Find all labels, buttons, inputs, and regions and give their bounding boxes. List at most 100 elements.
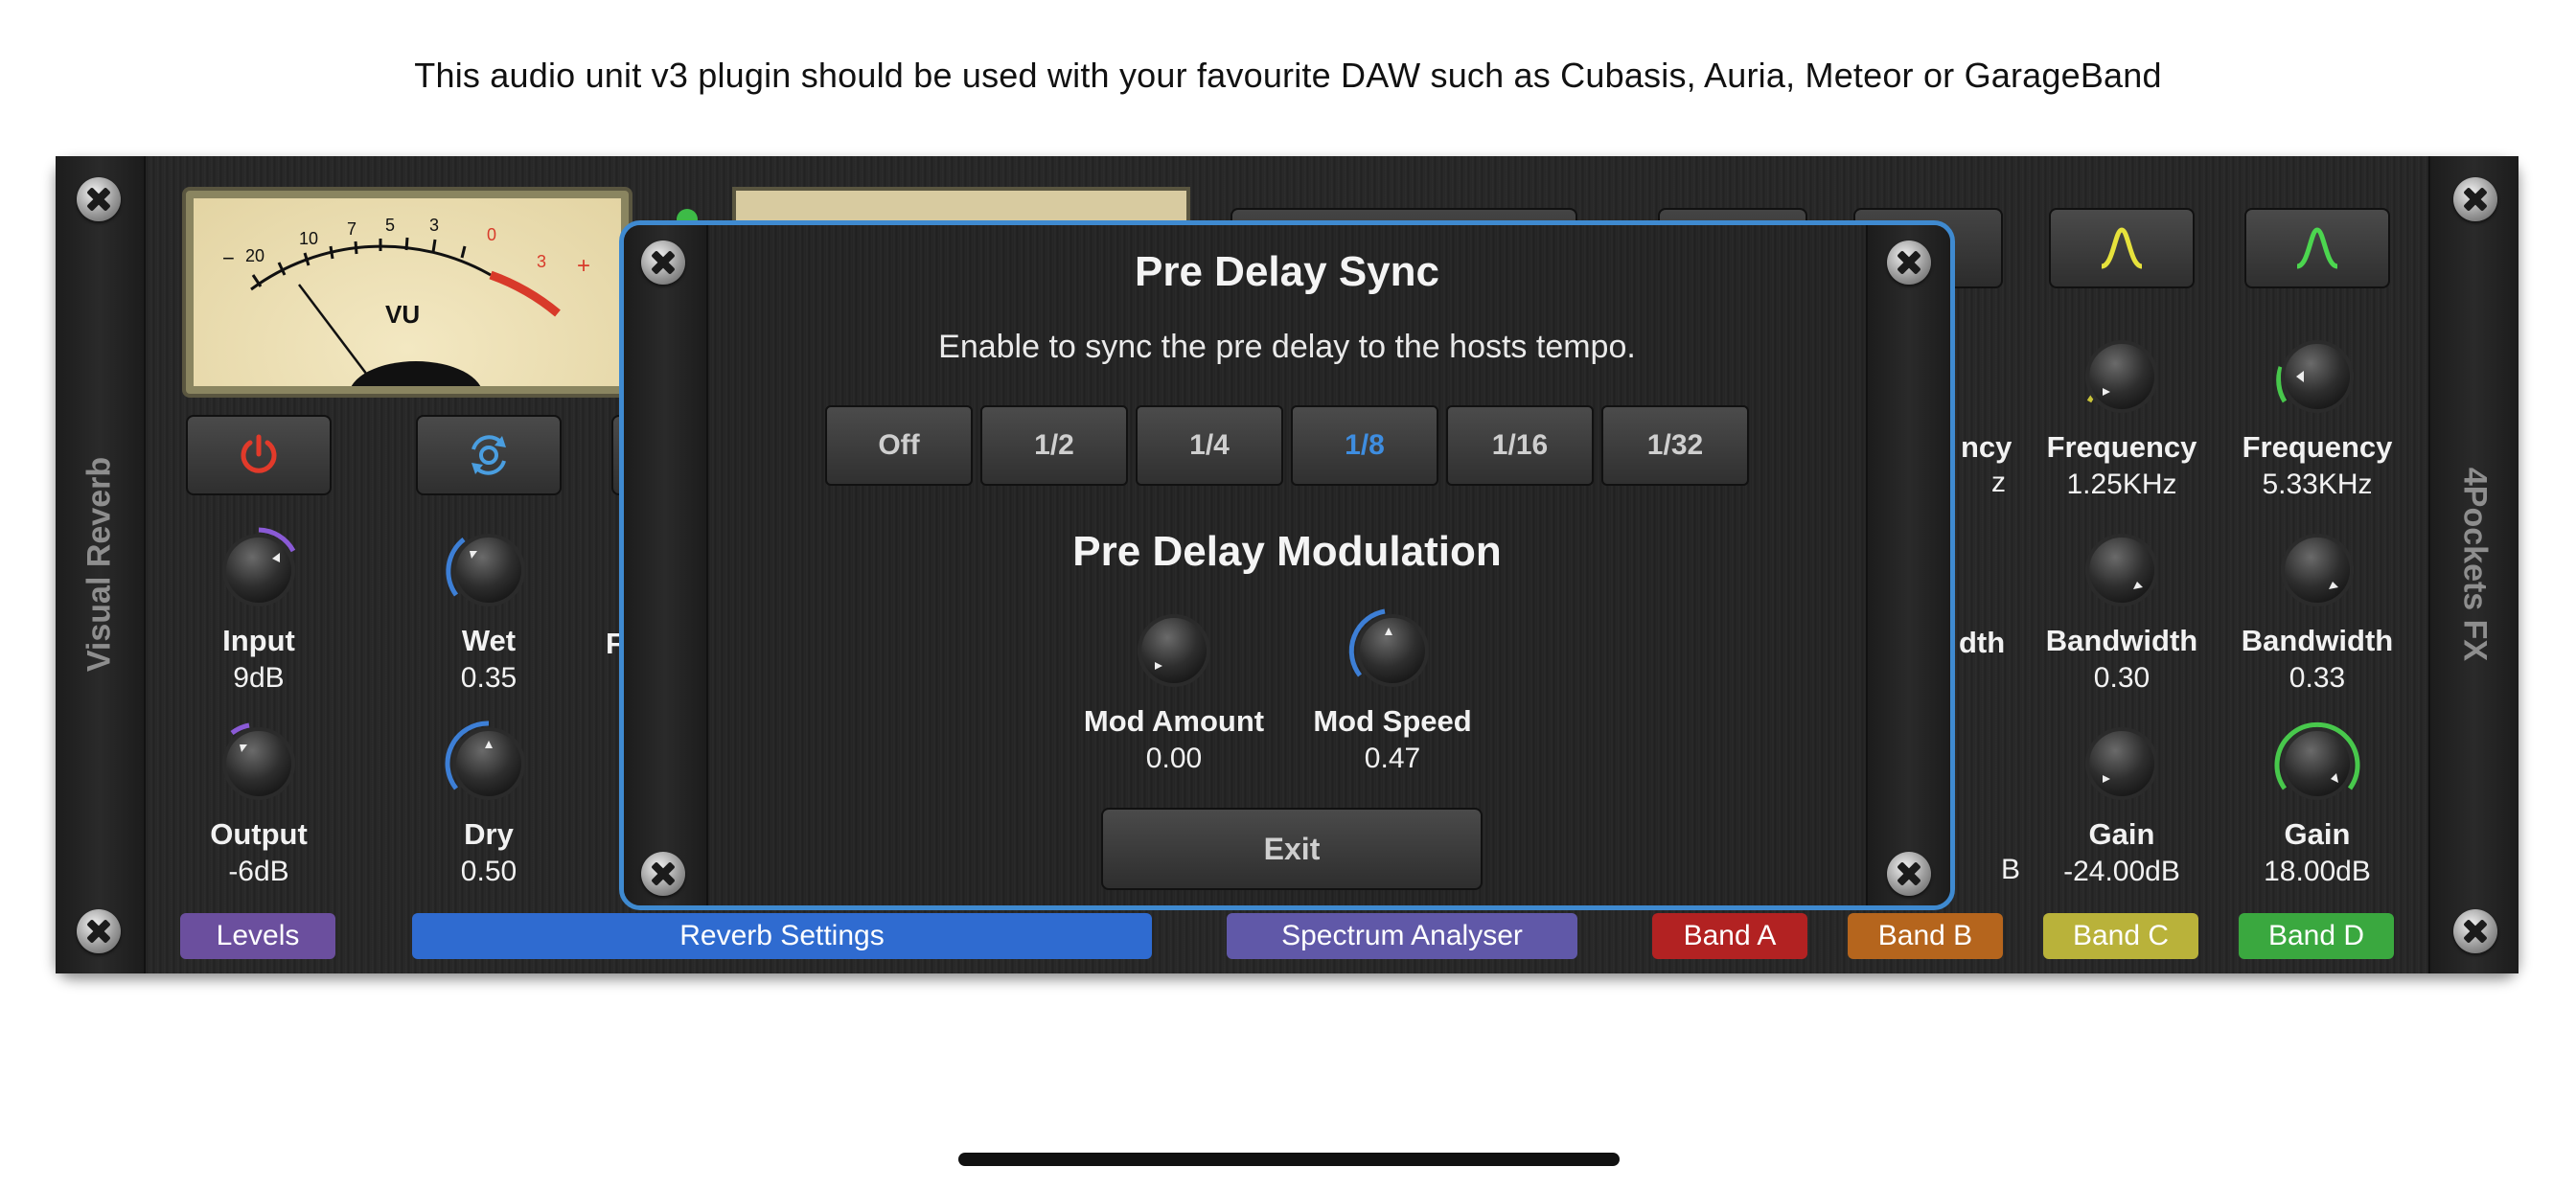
sync-option-1-16[interactable]: 1/16 [1446,405,1594,486]
mod-speed-group: Mod Speed 0.47 [1287,603,1498,775]
modulation-title: Pre Delay Modulation [1072,528,1502,575]
mod-amount-value: 0.00 [1145,743,1203,774]
plugin-name-label: Visual Reverb [80,456,118,673]
sync-option-1-8[interactable]: 1/8 [1291,405,1438,486]
wet-knob[interactable] [441,522,537,618]
sync-icon [472,435,506,475]
vu-meter: 20 10 7 5 3 0 3 − + VU [182,187,632,398]
band-c-gain-knob[interactable] [2074,716,2170,812]
spectrum-analyser-tab[interactable]: Spectrum Analyser [1227,913,1577,959]
vu-tick-5: 5 [385,216,395,235]
mod-speed-label: Mod Speed [1313,704,1472,738]
band-d-gain-group: Gain 18.00dB [2221,716,2413,888]
band-c-filter-button[interactable] [2049,208,2195,288]
power-button[interactable] [186,415,332,495]
sync-description: Enable to sync the pre delay to the host… [938,329,1636,365]
mod-amount-label: Mod Amount [1083,704,1265,738]
band-d-tab[interactable]: Band D [2239,913,2394,959]
sync-option-1-32[interactable]: 1/32 [1601,405,1749,486]
band-d-gain-knob[interactable] [2269,716,2365,812]
mod-amount-knob[interactable] [1126,603,1222,698]
mod-speed-knob[interactable] [1345,603,1440,698]
screw-icon [2453,177,2497,221]
vu-tick-plus3: 3 [537,252,546,271]
band-a-tab[interactable]: Band A [1652,913,1807,959]
power-icon [241,434,277,473]
wet-label: Wet [461,624,517,657]
mod-amount-group: Mod Amount 0.00 [1069,603,1279,775]
band-d-bw-label: Bandwidth [2241,624,2394,657]
sync-title: Pre Delay Sync [1135,248,1439,295]
band-d-freq-group: Frequency 5.33KHz [2221,329,2413,501]
input-knob[interactable] [211,522,307,618]
band-c-gain-group: Gain -24.00dB [2026,716,2218,888]
output-knob[interactable] [211,716,307,812]
band-c-freq-value: 1.25KHz [2066,469,2177,500]
screw-icon [77,177,121,221]
screw-icon [2453,909,2497,953]
input-knob-group: Input 9dB [163,522,355,695]
vu-plus-mark: + [577,253,590,279]
info-banner: This audio unit v3 plugin should be used… [414,56,2162,95]
screw-icon [641,852,685,896]
dry-knob[interactable] [441,716,537,812]
vu-tick-10: 10 [299,229,318,248]
vu-tick-20: 20 [245,246,264,265]
band-c-bw-label: Bandwidth [2045,624,2198,657]
dry-label: Dry [464,817,514,851]
sync-option-off[interactable]: Off [825,405,973,486]
band-c-freq-knob[interactable] [2074,329,2170,424]
band-d-freq-knob[interactable] [2269,329,2365,424]
sync-option-1-2[interactable]: 1/2 [980,405,1128,486]
band-b-bw-label: dth [1959,626,2006,659]
output-knob-group: Output -6dB [163,716,355,888]
vu-scale: 20 10 7 5 3 0 3 − + VU [222,216,590,386]
vu-label: VU [385,300,420,329]
band-b-gain-value: B [2001,854,2021,885]
bell-filter-icon [2101,227,2143,269]
band-b-tab[interactable]: Band B [1848,913,2003,959]
input-label: Input [222,624,295,657]
wet-knob-group: Wet 0.35 [393,522,585,695]
screw-icon [77,909,121,953]
band-c-freq-label: Frequency [2046,430,2197,464]
reverb-settings-tab[interactable]: Reverb Settings [412,913,1152,959]
band-c-bw-knob[interactable] [2074,522,2170,618]
band-c-bw-value: 0.30 [2093,662,2150,694]
vu-tick-7: 7 [347,219,356,239]
band-c-gain-label: Gain [2088,817,2155,851]
band-c-tab[interactable]: Band C [2043,913,2198,959]
wet-value: 0.35 [460,662,518,694]
band-d-bw-knob[interactable] [2269,522,2365,618]
home-indicator[interactable] [958,1153,1620,1166]
bell-filter-icon [2296,227,2338,269]
sync-option-1-4[interactable]: 1/4 [1136,405,1283,486]
band-d-filter-button[interactable] [2244,208,2390,288]
band-c-gain-value: -24.00dB [2063,856,2180,887]
levels-tab[interactable]: Levels [180,913,335,959]
band-b-freq-label: ncy [1961,430,2012,464]
band-d-bw-value: 0.33 [2288,662,2346,694]
dry-value: 0.50 [460,856,518,887]
band-d-freq-label: Frequency [2242,430,2393,464]
band-d-gain-value: 18.00dB [2264,856,2371,887]
vu-minus-mark: − [222,246,235,270]
band-d-gain-label: Gain [2284,817,2351,851]
band-c-freq-group: Frequency 1.25KHz [2026,329,2218,501]
sync-button[interactable] [416,415,562,495]
pre-delay-dialog: Pre Delay Sync Enable to sync the pre de… [619,220,1955,910]
mod-speed-value: 0.47 [1364,743,1421,774]
vu-tick-3: 3 [429,216,439,235]
band-d-freq-value: 5.33KHz [2262,469,2373,500]
band-b-freq-value: z [1991,467,2006,498]
output-label: Output [210,817,308,851]
screw-icon [1887,852,1931,896]
output-value: -6dB [228,856,289,887]
band-c-bw-group: Bandwidth 0.30 [2026,522,2218,695]
input-value: 9dB [233,662,285,694]
left-rack-ear: Visual Reverb [56,156,146,973]
exit-button[interactable]: Exit [1101,808,1483,890]
vu-tick-0: 0 [487,225,496,244]
vu-needle [298,284,377,386]
right-rack-ear: 4Pockets FX [2428,156,2518,973]
